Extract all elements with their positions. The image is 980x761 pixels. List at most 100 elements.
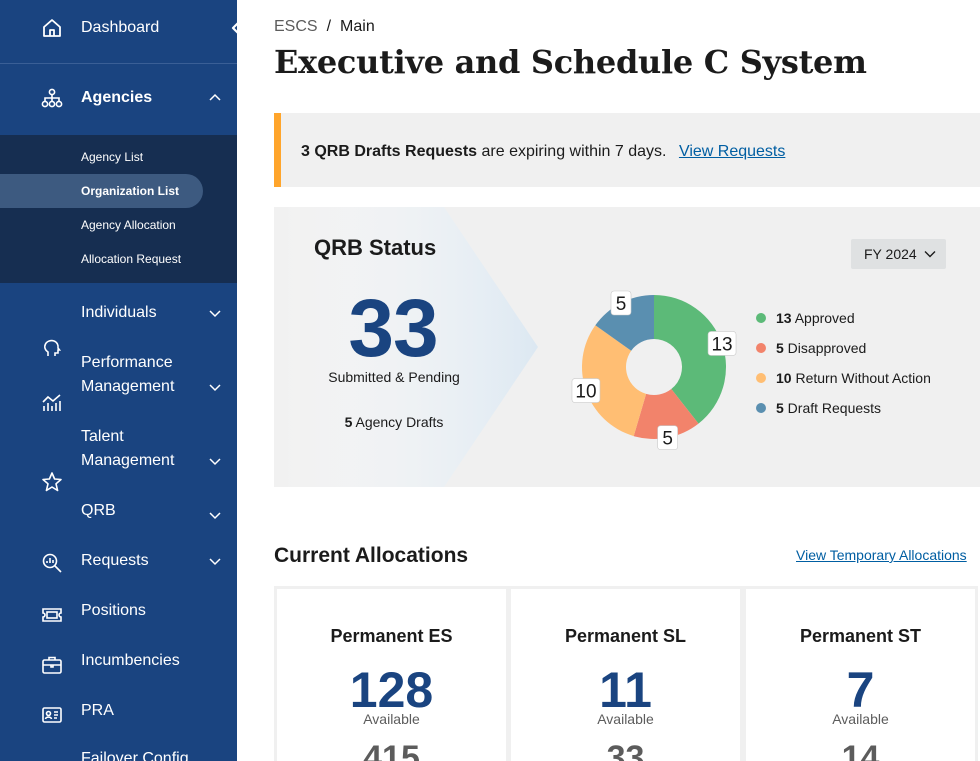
star-icon — [40, 470, 64, 494]
sidebar-item-label: Failover Config — [81, 750, 189, 761]
legend-count: 5 — [776, 340, 784, 356]
donut-data-label: 5 — [657, 425, 678, 450]
qrb-legend: 13 Approved 5 Disapproved 10 Return Withou… — [756, 308, 931, 428]
sidebar-item-label: Positions — [81, 602, 146, 619]
agency-drafts: 5 Agency Drafts — [324, 412, 464, 432]
sidebar-item-performance-management[interactable]: Performance Management — [0, 350, 237, 400]
sidebar-item-label: PRA — [81, 702, 114, 719]
subitem-organization-list[interactable]: Organization List — [81, 183, 179, 199]
donut-data-label: 13 — [707, 331, 737, 356]
sidebar-item-talent-management[interactable]: Talent Management — [0, 424, 237, 474]
fiscal-year-select[interactable]: FY 2024 — [851, 239, 946, 269]
expiring-drafts-alert: 3 QRB Drafts Requests are expiring withi… — [274, 113, 980, 187]
card-available-label: Available — [832, 711, 889, 727]
sidebar-item-positions[interactable]: Positions — [0, 598, 237, 624]
sidebar-item-agencies[interactable]: Agencies — [0, 85, 237, 111]
chevron-down-icon — [207, 379, 223, 395]
qrb-status-title: QRB Status — [314, 235, 437, 260]
sidebar-item-failover-config[interactable]: Failover Config — [0, 746, 237, 761]
legend-item: 5 Draft Requests — [756, 398, 931, 428]
card-secondary-count: 33 — [606, 739, 645, 761]
chart-icon — [40, 391, 64, 415]
view-requests-link[interactable]: View Requests — [679, 143, 785, 160]
sidebar-divider — [0, 63, 237, 64]
chevron-down-icon — [207, 507, 223, 523]
sidebar-item-label: Requests — [81, 552, 149, 569]
subitem-agency-list[interactable]: Agency List — [81, 149, 143, 165]
sidebar-item-label: Management — [81, 378, 175, 395]
legend-label: Approved — [791, 310, 855, 326]
sidebar-item-label: Performance — [81, 354, 173, 371]
sidebar-item-label: Agencies — [81, 89, 153, 106]
data-label-text: 10 — [575, 382, 596, 403]
chevron-left-icon — [231, 22, 237, 34]
data-label-text: 13 — [711, 334, 732, 355]
subitem-allocation-request[interactable]: Allocation Request — [81, 251, 181, 267]
legend-item: 5 Disapproved — [756, 338, 931, 368]
hierarchy-icon — [40, 86, 64, 110]
submitted-pending-count: 33 — [348, 283, 438, 374]
legend-dot — [756, 313, 766, 323]
qrb-status-panel: QRB Status 33 Submitted & Pending 5 Agen… — [274, 207, 980, 487]
sidebar-item-incumbencies[interactable]: Incumbencies — [0, 648, 237, 674]
sidebar-item-label: Incumbencies — [81, 652, 180, 669]
sidebar-item-individuals[interactable]: Individuals — [0, 300, 237, 326]
chevron-down-icon — [924, 251, 936, 258]
agency-drafts-label: Agency Drafts — [355, 414, 444, 430]
alert-text: are expiring within 7 days. — [481, 143, 667, 160]
allocation-card-st: Permanent ST 7 Available 14 — [743, 586, 978, 761]
card-available-label: Available — [363, 711, 420, 727]
ticket-icon — [40, 603, 64, 627]
sidebar: Dashboard Agencies Agency List Organizat… — [0, 0, 237, 761]
legend-label: Draft Requests — [783, 400, 882, 416]
legend-item: 13 Approved — [756, 308, 931, 338]
sidebar-item-label: Talent — [81, 428, 124, 445]
card-available-label: Available — [597, 711, 654, 727]
breadcrumb-separator: / — [326, 18, 332, 35]
donut-data-label: 10 — [571, 378, 601, 403]
allocation-card-sl: Permanent SL 11 Available 33 — [508, 586, 743, 761]
card-title: Permanent SL — [564, 626, 687, 646]
donut-data-label: 5 — [610, 290, 632, 316]
sidebar-item-pra[interactable]: PRA — [0, 698, 237, 724]
id-card-icon — [40, 703, 64, 727]
legend-dot — [756, 373, 766, 383]
briefcase-icon — [40, 653, 64, 677]
sidebar-item-dashboard[interactable]: Dashboard — [0, 15, 237, 41]
legend-dot — [756, 343, 766, 353]
qrb-donut-chart: 13 5 10 5 — [571, 290, 737, 450]
search-analytics-icon — [40, 551, 64, 575]
chevron-down-icon — [207, 553, 223, 569]
sidebar-item-qrb[interactable]: QRB — [0, 498, 237, 524]
chevron-up-icon — [207, 90, 223, 106]
legend-label: Return Without Action — [791, 370, 931, 386]
chevron-down-icon — [207, 305, 223, 321]
card-secondary-count: 14 — [841, 739, 880, 761]
submitted-pending-label: Submitted & Pending — [328, 369, 460, 385]
view-temporary-allocations-link[interactable]: View Temporary Allocations — [796, 545, 967, 565]
legend-dot — [756, 403, 766, 413]
sidebar-item-label: Dashboard — [81, 19, 160, 36]
legend-count: 5 — [776, 400, 784, 416]
breadcrumb: ESCS / Main — [274, 17, 375, 37]
card-secondary-count: 415 — [363, 739, 420, 761]
chevron-down-icon — [207, 453, 223, 469]
breadcrumb-current: Main — [340, 18, 375, 35]
collapse-sidebar-button[interactable] — [225, 15, 237, 41]
legend-count: 13 — [776, 310, 792, 326]
sidebar-item-requests[interactable]: Requests — [0, 548, 237, 574]
home-icon — [40, 16, 64, 40]
subitem-agency-allocation[interactable]: Agency Allocation — [81, 217, 176, 233]
breadcrumb-root[interactable]: ESCS — [274, 18, 318, 35]
sidebar-item-label: Individuals — [81, 304, 157, 321]
agency-drafts-count: 5 — [344, 414, 353, 430]
data-label-text: 5 — [662, 429, 673, 450]
alert-message: 3 QRB Drafts Requests are expiring withi… — [301, 142, 785, 162]
legend-item: 10 Return Without Action — [756, 368, 931, 398]
sidebar-item-label: Management — [81, 452, 175, 469]
card-title: Permanent ST — [799, 626, 922, 646]
alert-bold-text: 3 QRB Drafts Requests — [301, 143, 478, 160]
card-title: Permanent ES — [330, 626, 453, 646]
fiscal-year-value: FY 2024 — [864, 246, 917, 262]
current-allocations-title: Current Allocations — [274, 544, 469, 567]
